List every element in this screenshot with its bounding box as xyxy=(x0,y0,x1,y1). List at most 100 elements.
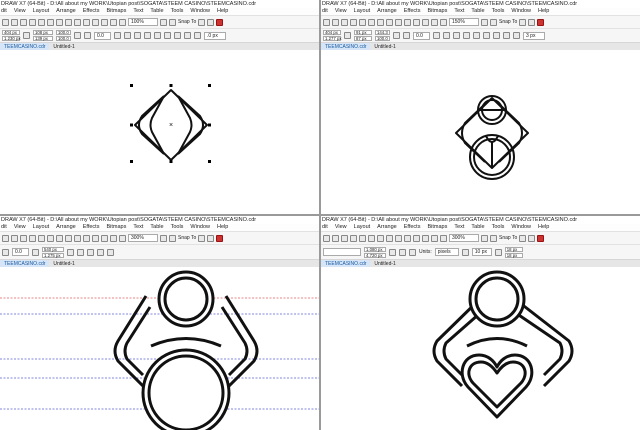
drawing-canvas[interactable]: × xyxy=(0,50,319,214)
menu-edit[interactable]: dit xyxy=(1,8,7,15)
menu-edit[interactable]: dit xyxy=(1,224,7,231)
new-icon[interactable] xyxy=(323,234,330,242)
print-icon[interactable] xyxy=(29,234,36,242)
mirror-h-icon[interactable] xyxy=(433,32,440,39)
position-x-field[interactable]: 540 px xyxy=(42,246,64,252)
options-icon[interactable] xyxy=(537,18,545,26)
rulers-icon[interactable] xyxy=(169,18,176,26)
zoom-level-select[interactable]: 300% xyxy=(128,234,158,242)
lock-ratio-icon[interactable] xyxy=(74,32,81,39)
menu-layout[interactable]: Layout xyxy=(33,8,50,15)
duplicate-x-field[interactable]: 18 px xyxy=(504,246,523,252)
height-field[interactable]: 139 px xyxy=(33,36,53,41)
trim-icon[interactable] xyxy=(144,32,151,39)
scale-height-field[interactable]: 100.0 xyxy=(56,36,71,41)
redo-icon[interactable] xyxy=(74,234,81,242)
guides-icon[interactable] xyxy=(519,234,527,242)
undo-icon[interactable] xyxy=(386,234,393,242)
back-minus-front-icon[interactable] xyxy=(503,32,510,39)
open-icon[interactable] xyxy=(11,234,18,242)
import-icon[interactable] xyxy=(92,18,99,26)
save-icon[interactable] xyxy=(341,18,348,26)
options-icon[interactable] xyxy=(216,234,224,242)
paste-icon[interactable] xyxy=(56,18,63,26)
position-y-field[interactable]: 1.230 px xyxy=(2,36,21,41)
new-icon[interactable] xyxy=(2,234,9,242)
search-icon[interactable] xyxy=(404,234,411,242)
rotation-field[interactable]: 0.0 xyxy=(12,248,29,256)
page-size-select[interactable] xyxy=(323,248,361,256)
pdf-icon[interactable] xyxy=(431,18,438,26)
page-width-field[interactable]: 1.080 px xyxy=(364,246,386,252)
import-icon[interactable] xyxy=(413,234,420,242)
selection-handle[interactable] xyxy=(130,84,133,87)
mirror-h-icon[interactable] xyxy=(114,32,121,39)
weld-icon[interactable] xyxy=(134,32,141,39)
intersect-icon[interactable] xyxy=(154,32,161,39)
align-icon[interactable] xyxy=(87,248,94,256)
position-x-field[interactable]: 404 px xyxy=(323,30,341,35)
open-icon[interactable] xyxy=(332,18,339,26)
menu-text[interactable]: Text xyxy=(133,224,143,231)
snap-to-dropdown[interactable]: Snap To xyxy=(499,19,517,25)
mirror-v-icon[interactable] xyxy=(443,32,450,39)
zoom-level-select[interactable]: 100% xyxy=(128,18,158,26)
dynamic-guides-icon[interactable] xyxy=(207,18,215,26)
menu-help[interactable]: Help xyxy=(538,8,549,15)
dynamic-guides-icon[interactable] xyxy=(528,234,536,242)
page-height-field[interactable]: 4.720 px xyxy=(364,252,386,258)
copy-icon[interactable] xyxy=(47,18,54,26)
paste-icon[interactable] xyxy=(377,18,384,26)
menu-tools[interactable]: Tools xyxy=(171,224,184,231)
relative-icon[interactable] xyxy=(67,248,74,256)
menu-help[interactable]: Help xyxy=(217,224,228,231)
menu-edit[interactable]: dit xyxy=(322,8,328,15)
menu-effects[interactable]: Effects xyxy=(83,224,100,231)
undo-icon[interactable] xyxy=(65,234,72,242)
guides-icon[interactable] xyxy=(198,234,206,242)
selection-handle[interactable] xyxy=(130,160,133,163)
save-icon[interactable] xyxy=(20,234,27,242)
rulers-icon[interactable] xyxy=(169,234,176,242)
selection-handle[interactable] xyxy=(169,160,173,163)
menu-view[interactable]: View xyxy=(14,224,26,231)
dynamic-guides-icon[interactable] xyxy=(207,234,215,242)
export-icon[interactable] xyxy=(422,234,429,242)
front-minus-back-icon[interactable] xyxy=(493,32,500,39)
menu-bitmaps[interactable]: Bitmaps xyxy=(106,8,126,15)
undo-icon[interactable] xyxy=(386,18,393,26)
drawing-canvas[interactable] xyxy=(321,50,640,214)
import-icon[interactable] xyxy=(413,18,420,26)
menu-table[interactable]: Table xyxy=(471,224,484,231)
rotation-field[interactable]: 0.0 xyxy=(94,31,111,40)
menu-window[interactable]: Window xyxy=(190,8,210,15)
export-icon[interactable] xyxy=(101,234,108,242)
outline-width-select[interactable]: .0 px xyxy=(204,31,226,40)
new-icon[interactable] xyxy=(323,18,330,26)
launcher-icon[interactable] xyxy=(119,18,126,26)
cut-icon[interactable] xyxy=(359,234,366,242)
snap-to-dropdown[interactable]: Snap To xyxy=(178,235,196,241)
import-icon[interactable] xyxy=(92,234,99,242)
export-icon[interactable] xyxy=(422,18,429,26)
portrait-icon[interactable] xyxy=(389,248,396,256)
paste-icon[interactable] xyxy=(56,234,63,242)
zoom-level-select[interactable]: 150% xyxy=(449,18,479,26)
menu-text[interactable]: Text xyxy=(133,8,143,15)
menu-view[interactable]: View xyxy=(14,8,26,15)
selection-handle[interactable] xyxy=(130,123,133,127)
menu-tools[interactable]: Tools xyxy=(492,224,505,231)
menu-help[interactable]: Help xyxy=(538,224,549,231)
paste-icon[interactable] xyxy=(377,234,384,242)
guides-icon[interactable] xyxy=(519,18,527,26)
rotation-field[interactable]: 0.0 xyxy=(413,31,430,40)
landscape-icon[interactable] xyxy=(399,248,406,256)
drawing-canvas[interactable] xyxy=(321,267,640,430)
menu-arrange[interactable]: Arrange xyxy=(377,224,397,231)
selection-handle[interactable] xyxy=(208,123,211,127)
menu-table[interactable]: Table xyxy=(471,8,484,15)
front-minus-back-icon[interactable] xyxy=(174,32,181,39)
pdf-icon[interactable] xyxy=(431,234,438,242)
full-screen-icon[interactable] xyxy=(160,18,167,26)
boundary-icon[interactable] xyxy=(194,32,201,39)
